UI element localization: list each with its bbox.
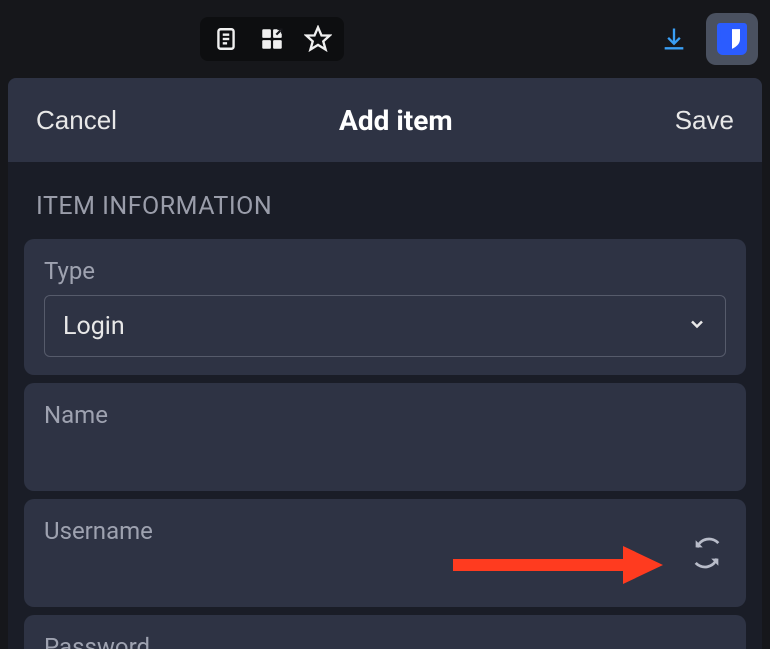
name-input[interactable] [44, 439, 726, 473]
bitwarden-shield-icon [717, 23, 747, 55]
apps-icon[interactable] [258, 25, 286, 53]
name-label: Name [44, 401, 726, 429]
type-select[interactable]: Login [44, 295, 726, 357]
popup-header: Cancel Add item Save [8, 78, 762, 162]
popup-title: Add item [339, 104, 453, 137]
add-item-popup: Cancel Add item Save ITEM INFORMATION Ty… [8, 78, 762, 649]
password-label: Password [44, 633, 726, 649]
download-icon[interactable] [660, 25, 688, 53]
chevron-down-icon [687, 314, 707, 338]
toolbar-right-group [660, 13, 758, 65]
password-field-card: Password [24, 615, 746, 649]
username-field-card: Username [24, 499, 746, 607]
generate-username-button[interactable] [688, 534, 726, 572]
username-input[interactable] [44, 555, 688, 589]
cancel-button[interactable]: Cancel [36, 105, 117, 136]
bitwarden-extension-button[interactable] [706, 13, 758, 65]
username-label: Username [44, 517, 688, 545]
type-label: Type [44, 257, 726, 285]
browser-toolbar [0, 0, 770, 78]
name-field-card[interactable]: Name [24, 383, 746, 491]
type-field-card: Type Login [24, 239, 746, 375]
section-title: ITEM INFORMATION [24, 192, 746, 221]
popup-body: ITEM INFORMATION Type Login Name Usernam… [8, 162, 762, 649]
star-icon[interactable] [304, 25, 332, 53]
reader-icon[interactable] [212, 25, 240, 53]
toolbar-center-group [200, 17, 344, 61]
save-button[interactable]: Save [675, 105, 734, 136]
type-value: Login [63, 312, 125, 341]
